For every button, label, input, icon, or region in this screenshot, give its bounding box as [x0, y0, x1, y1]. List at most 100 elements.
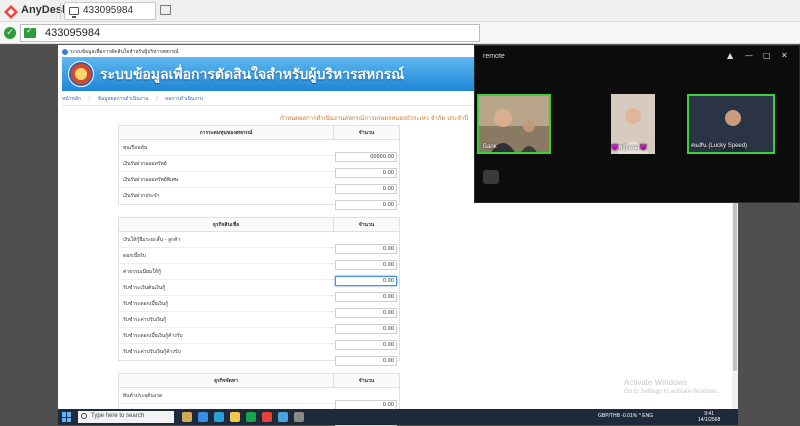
clock-date: 14/1/2568 [698, 417, 721, 423]
participant-tile[interactable]: 😈พ@waa😈 [611, 94, 655, 154]
field-label: เงินรับฝากออมทรัพย์พิเศษ [123, 177, 179, 183]
field-cell [333, 344, 399, 366]
browser-tab[interactable]: ระบบข้อมูลเพื่อการตัดสินใจสำหรับผู้บริหา… [62, 48, 232, 57]
screen: AnyDesk 433095984 ✓ 433095984 ระบบข้อมูล… [0, 0, 800, 426]
field-cell [333, 188, 399, 210]
field-label: รับชำระดอกเบี้ยเงินกู้ [123, 301, 169, 307]
field-cell [333, 156, 399, 178]
edge-icon[interactable] [214, 412, 224, 422]
chat-bubble-icon[interactable] [483, 170, 499, 184]
breadcrumb-separator: / [155, 96, 158, 102]
cooperative-emblem-icon [68, 61, 94, 87]
field-cell [333, 264, 399, 286]
address-value: 433095984 [45, 27, 101, 39]
field-label: รับชำระดอกเบี้ยเงินกู้ค้างรับ [123, 333, 183, 339]
amount-column-header: จำนวน [333, 126, 399, 139]
activate-windows-watermark: Activate Windows Go to Settings to activ… [624, 378, 719, 395]
maximize-icon[interactable]: □ [763, 51, 771, 60]
taskbar-clock[interactable]: 9:41 14/1/2568 [698, 411, 720, 423]
field-label: รับชำระค่าปรับเงินกู้ [123, 317, 167, 323]
section-title: ธุรกิจจัดหา [214, 378, 238, 384]
field-cell [333, 296, 399, 318]
divider [60, 3, 61, 19]
remote-desktop[interactable]: ระบบข้อมูลเพื่อการตัดสินใจสำหรับผู้บริหา… [0, 45, 800, 426]
field-label: รับชำระค่าปรับเงินกู้ค้างรับ [123, 349, 181, 355]
field-label: เงินรับฝากประจำ [123, 193, 160, 199]
field-label: เงินให้กู้ยืมระยะสั้น - ลูกค้า [123, 237, 181, 243]
breadcrumb-results[interactable]: ผลการดำเนินงาน [165, 96, 203, 102]
section-header: ธุรกิจสินเชื่อ จำนวน [119, 218, 399, 232]
field-cell [333, 312, 399, 334]
results-form: การระดมทุนของสหกรณ์จำนวนทุนเรือนหุ้นเงิน… [118, 125, 400, 426]
watermark-line2: Go to Settings to activate Windows. [624, 389, 719, 395]
field-cell [333, 248, 399, 270]
section-header: ธุรกิจจัดหา จำนวน [119, 374, 399, 388]
secure-flag-icon [24, 26, 36, 38]
file-explorer-icon[interactable] [230, 412, 240, 422]
video-panel-title: remote [483, 53, 505, 60]
chat-icon[interactable] [160, 5, 171, 15]
field-cell [333, 280, 399, 302]
connection-status-icon: ✓ [4, 27, 16, 39]
breadcrumb-home[interactable]: หน้าหลัก [62, 96, 81, 102]
task-view-icon[interactable] [198, 412, 208, 422]
form-row: ดอกเบี้ยรับ [119, 248, 399, 270]
form-row: รับชำระค่าปรับเงินกู้ [119, 312, 399, 334]
windows-start-icon[interactable] [62, 412, 72, 422]
taskbar-apps [182, 412, 304, 422]
field-label: รับชำระเงินต้นเงินกู้ [123, 285, 166, 291]
anydesk-logo-icon [4, 4, 18, 19]
breadcrumb-separator: / [88, 96, 91, 102]
watermark-line1: Activate Windows [624, 378, 688, 387]
section-header: การระดมทุนของสหกรณ์ จำนวน [119, 126, 399, 140]
form-row: ค่าธรรมเนียมให้กู้ [119, 264, 399, 286]
anydesk-toolbar: AnyDesk 433095984 [0, 0, 800, 22]
site-header: ระบบข้อมูลเพื่อการตัดสินใจสำหรับผู้บริหา… [62, 57, 476, 91]
form-row: ทุนเรือนหุ้น [119, 140, 399, 162]
section-title: ธุรกิจสินเชื่อ [212, 222, 240, 228]
field-cell [333, 232, 399, 254]
site-title: ระบบข้อมูลเพื่อการตัดสินใจสำหรับผู้บริหา… [100, 67, 405, 83]
session-tab[interactable]: 433095984 [64, 2, 156, 20]
breadcrumb-results-data[interactable]: ข้อมูลผลการดำเนินงาน [98, 96, 149, 102]
line-icon[interactable] [246, 412, 256, 422]
field-label: ดอกเบี้ยรับ [123, 253, 146, 259]
app-icon[interactable] [294, 412, 304, 422]
field-cell [333, 140, 399, 162]
field-cell [333, 328, 399, 350]
form-row: เงินรับฝากประจำ [119, 188, 399, 210]
breadcrumb: หน้าหลัก / ข้อมูลผลการดำเนินงาน / ผลการด… [62, 95, 209, 105]
site-favicon-icon [62, 48, 68, 55]
form-row: เงินรับฝากออมทรัพย์ [119, 156, 399, 178]
windows-taskbar: Type here to search GBP/THB -0.01% ^ ENG… [58, 409, 738, 425]
amount-column-header: จำนวน [333, 374, 399, 387]
amount-input[interactable] [335, 200, 397, 210]
form-section: การระดมทุนของสหกรณ์ จำนวนทุนเรือนหุ้นเงิน… [118, 125, 400, 210]
minimize-icon[interactable]: — [745, 51, 753, 60]
video-call-panel: remote ▲ — □ ✕ Bank 😈พ@waa😈 คมสัน (Lucky… [474, 45, 800, 203]
amount-column-header: จำนวน [333, 218, 399, 231]
anydesk-taskbar-icon[interactable] [262, 412, 272, 422]
pin-icon[interactable]: ▲ [727, 51, 733, 60]
form-section: ธุรกิจสินเชื่อ จำนวนเงินให้กู้ยืมระยะสั้น… [118, 217, 400, 366]
form-row: รับชำระดอกเบี้ยเงินกู้ค้างรับ [119, 328, 399, 350]
address-row: ✓ 433095984 [0, 22, 800, 44]
page-notice: กำหนดผลการดำเนินงานสหกรณ์การเกษตรหนองบัว… [280, 115, 469, 122]
participant-tile[interactable]: Bank [477, 94, 551, 154]
amount-input[interactable] [335, 356, 397, 366]
chrome-icon[interactable] [278, 412, 288, 422]
system-tray[interactable]: GBP/THB -0.01% ^ ENG [598, 413, 653, 419]
widgets-icon[interactable] [182, 412, 192, 422]
monitor-icon [69, 7, 79, 18]
browser-tab-title: ระบบข้อมูลเพื่อการตัดสินใจสำหรับผู้บริหา… [70, 49, 179, 55]
participant-tile[interactable]: คมสัน (Lucky Speed) [687, 94, 775, 154]
form-row: เงินให้กู้ยืมระยะสั้น - ลูกค้า [119, 232, 399, 254]
section-title: การระดมทุนของสหกรณ์ [199, 130, 253, 136]
search-icon [81, 413, 87, 419]
address-input[interactable]: 433095984 [20, 24, 480, 42]
form-row: เงินรับฝากออมทรัพย์พิเศษ [119, 172, 399, 194]
form-row: สินค้าประจุต้นงวด [119, 388, 399, 410]
form-row: รับชำระเงินต้นเงินกู้ [119, 280, 399, 302]
taskbar-search-input[interactable]: Type here to search [78, 411, 174, 423]
close-icon[interactable]: ✕ [781, 51, 788, 60]
